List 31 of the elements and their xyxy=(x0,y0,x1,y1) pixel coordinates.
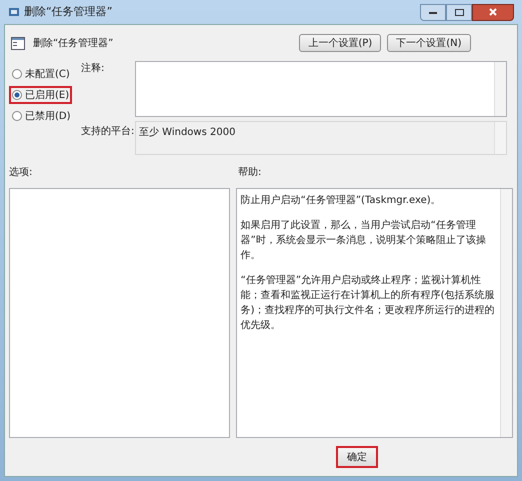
setting-title: 删除“任务管理器” xyxy=(33,36,114,50)
scrollbar[interactable] xyxy=(494,62,506,116)
comment-field[interactable] xyxy=(135,61,507,117)
scrollbar[interactable] xyxy=(494,122,506,154)
policy-icon xyxy=(11,36,25,50)
radio-option[interactable]: 未配置(C) xyxy=(9,65,73,83)
ok-button[interactable]: 确定 xyxy=(336,446,378,468)
app-icon xyxy=(8,6,20,18)
help-label: 帮助: xyxy=(238,166,262,180)
comment-label: 注释: xyxy=(81,62,106,76)
minimize-button[interactable] xyxy=(420,4,446,20)
platform-value: 至少 Windows 2000 xyxy=(138,126,236,140)
radio-icon xyxy=(12,90,22,100)
platform-label: 支持的平台: xyxy=(81,124,135,139)
radio-icon xyxy=(12,69,22,79)
radio-icon xyxy=(12,111,22,121)
scrollbar[interactable] xyxy=(500,189,512,437)
radio-option[interactable]: 已禁用(D) xyxy=(9,107,74,125)
window-title: 删除“任务管理器” xyxy=(24,4,112,20)
nav-button[interactable]: 上一个设置(P) xyxy=(299,34,382,52)
close-button[interactable] xyxy=(472,4,514,20)
maximize-button[interactable] xyxy=(446,4,472,20)
options-label: 选项: xyxy=(9,166,34,180)
maximize-icon xyxy=(454,8,464,16)
radio-option[interactable]: 已启用(E) xyxy=(9,86,72,104)
help-paragraph: 如果启用了此设置，那么，当用户尝试启动“任务管理器”时，系统会显示一条消息，说明某个策略阻止了该操作。 xyxy=(240,218,487,263)
help-paragraph: “任务管理器”允许用户启动或终止程序；监视计算机性能；查看和监视正运行在计算机上的所有程序(包括系统服务)；查找程序的可执行文件名；更改程序所运行的进程的优先级。 xyxy=(240,274,496,333)
nav-button[interactable]: 下一个设置(N) xyxy=(387,34,471,52)
minimize-icon xyxy=(429,10,437,14)
help-paragraph: 防止用户启动“任务管理器”(Taskmgr.exe)。 xyxy=(240,194,442,208)
close-icon xyxy=(489,8,497,16)
